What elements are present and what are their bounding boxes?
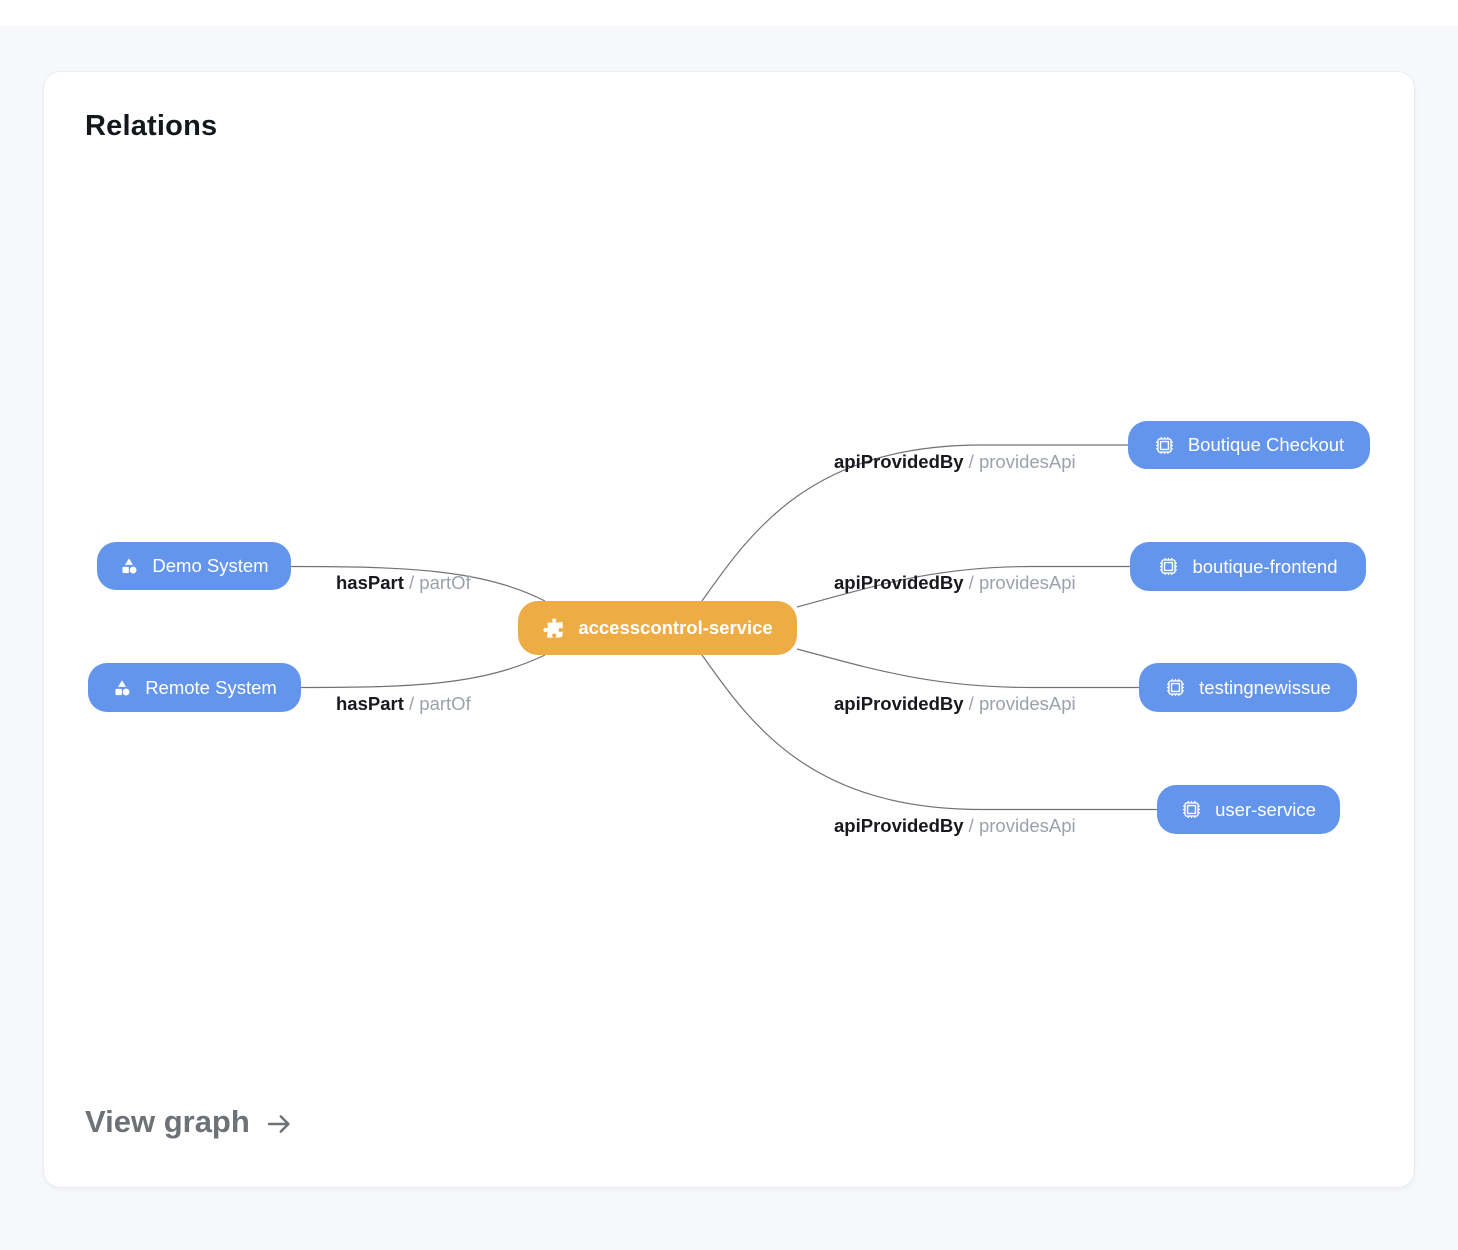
relation-reverse: providesApi: [979, 815, 1076, 836]
edge-label-haspart-remote: hasPart / partOf: [336, 693, 471, 715]
node-label: accesscontrol-service: [578, 617, 772, 639]
arrow-right-icon: [263, 1107, 295, 1138]
node-user-service[interactable]: user-service: [1157, 785, 1340, 834]
node-boutique-checkout[interactable]: Boutique Checkout: [1128, 421, 1370, 469]
edge-label-api-boutique-frontend: apiProvidedBy / providesApi: [834, 572, 1076, 594]
node-label: boutique-frontend: [1192, 556, 1337, 578]
relation-forward: apiProvidedBy: [834, 815, 964, 836]
relation-separator: /: [964, 693, 979, 714]
node-label: Remote System: [145, 677, 277, 699]
relation-separator: /: [964, 815, 979, 836]
top-edge-strip: [0, 0, 1458, 26]
chip-icon: [1181, 799, 1202, 820]
node-remote-system[interactable]: Remote System: [88, 663, 301, 712]
relation-separator: /: [404, 693, 419, 714]
relation-reverse: providesApi: [979, 451, 1076, 472]
edge-label-haspart-demo: hasPart / partOf: [336, 572, 471, 594]
relation-separator: /: [404, 572, 419, 593]
chip-icon: [1165, 677, 1186, 698]
view-graph-link[interactable]: View graph: [85, 1104, 295, 1140]
node-label: user-service: [1215, 799, 1316, 821]
shapes-icon: [112, 678, 132, 698]
relation-forward: hasPart: [336, 693, 404, 714]
chip-icon: [1154, 435, 1175, 456]
node-accesscontrol-service[interactable]: accesscontrol-service: [518, 601, 797, 655]
relation-forward: apiProvidedBy: [834, 451, 964, 472]
edge-label-api-user-service: apiProvidedBy / providesApi: [834, 815, 1076, 837]
chip-icon: [1158, 556, 1179, 577]
relation-separator: /: [964, 572, 979, 593]
relation-reverse: providesApi: [979, 572, 1076, 593]
relation-separator: /: [964, 451, 979, 472]
relation-reverse: partOf: [419, 572, 470, 593]
edge-remote-system: [301, 655, 545, 688]
edge-user-service: [702, 655, 1157, 810]
node-label: Boutique Checkout: [1188, 434, 1344, 456]
node-label: testingnewissue: [1199, 677, 1331, 699]
node-testingnewissue[interactable]: testingnewissue: [1139, 663, 1357, 712]
relation-forward: hasPart: [336, 572, 404, 593]
relation-reverse: partOf: [419, 693, 470, 714]
shapes-icon: [119, 556, 139, 576]
node-demo-system[interactable]: Demo System: [97, 542, 291, 590]
relation-forward: apiProvidedBy: [834, 693, 964, 714]
node-boutique-frontend[interactable]: boutique-frontend: [1130, 542, 1366, 591]
edge-label-api-boutique-checkout: apiProvidedBy / providesApi: [834, 451, 1076, 473]
relations-card: Relations Demo System Remote System: [44, 72, 1414, 1187]
relation-reverse: providesApi: [979, 693, 1076, 714]
puzzle-icon: [542, 617, 565, 640]
view-graph-label: View graph: [85, 1104, 250, 1140]
relation-forward: apiProvidedBy: [834, 572, 964, 593]
edge-testingnewissue: [797, 649, 1139, 688]
edge-label-api-testingnewissue: apiProvidedBy / providesApi: [834, 693, 1076, 715]
node-label: Demo System: [152, 555, 268, 577]
